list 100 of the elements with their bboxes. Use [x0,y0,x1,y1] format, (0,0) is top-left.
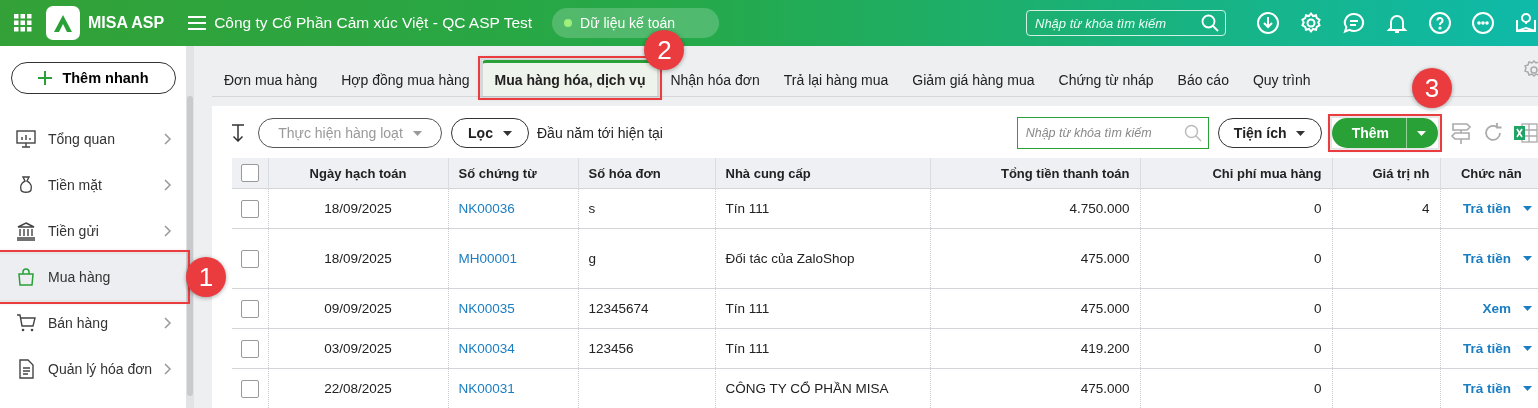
shopping-bag-icon [16,267,36,287]
tab[interactable]: Đơn mua hàng [212,60,330,96]
more-icon[interactable] [1471,11,1495,35]
action-link[interactable]: Trả tiền [1463,251,1511,266]
table-cell: 18/09/2025 [324,251,392,266]
caret-icon [1417,130,1426,136]
row-checkbox[interactable] [240,199,259,218]
column-header[interactable]: Tổng tiền thanh toán [930,158,1140,189]
sidebar-item[interactable]: Quản lý hóa đơn [0,346,186,392]
action-link[interactable]: Xem [1482,301,1511,316]
bank-icon [16,221,36,241]
chevron-right-icon [164,225,172,237]
table-cell: CÔNG TY CỔ PHẦN MISA [725,381,889,396]
table-cell: 4.750.000 [1069,201,1130,216]
tab[interactable]: Quy trình [1240,60,1323,96]
column-header[interactable]: Giá trị nh [1332,158,1440,189]
chevron-right-icon [164,179,172,191]
tab[interactable]: Trả lại hàng mua [771,60,901,96]
document-number-link[interactable]: NK00034 [458,341,515,356]
search-field[interactable]: Nhập từ khóa tìm kiếm [1016,117,1209,149]
row-checkbox[interactable] [240,379,259,398]
sidebar-item[interactable]: Tiền gửi [0,208,186,254]
filter-dropdown[interactable]: Lọc [451,118,529,148]
cart-icon [16,313,36,333]
action-link[interactable]: Trả tiền [1463,381,1511,396]
tab[interactable]: Chứng từ nháp [1046,60,1166,96]
signpost-icon[interactable] [1450,121,1472,145]
table-cell: 475.000 [1080,251,1130,266]
document-number-link[interactable]: MH00001 [458,251,518,266]
row-checkbox[interactable] [240,249,259,268]
row-checkbox[interactable] [240,299,259,318]
select-all-checkbox[interactable] [240,164,259,182]
chevron-right-icon [164,363,172,375]
utilities-dropdown[interactable]: Tiện ích [1217,118,1322,148]
table-cell: 0 [1314,201,1322,216]
settings-icon[interactable] [1299,11,1323,35]
document-number-link[interactable]: NK00035 [458,301,515,316]
tab[interactable]: Báo cáo [1165,60,1241,96]
period-label: Đầu năm tới hiện tại [537,125,663,141]
tab[interactable]: Giảm giá hàng mua [900,60,1047,96]
caret-icon[interactable] [1523,386,1532,391]
brand-name: MISA ASP [88,14,165,32]
caret-icon [1296,130,1306,136]
plus-icon [38,71,53,85]
table-cell: 123456 [588,341,634,356]
table-cell: 475.000 [1080,301,1130,316]
caret-icon[interactable] [1523,346,1532,351]
refresh-icon[interactable] [1482,122,1504,144]
table-cell: 03/09/2025 [324,341,392,356]
search-icon [1201,14,1219,32]
settings-icon [1524,60,1538,80]
column-header[interactable]: Nhà cung cấp [715,158,930,189]
sidebar-item[interactable]: Tiền mặt [0,162,186,208]
monitor-chart-icon [16,129,36,149]
table-cell: Tín 111 [725,301,770,316]
sort-arrow-icon [232,124,244,142]
document-number-link[interactable]: NK00036 [458,201,515,216]
table-cell: 0 [1314,301,1322,316]
column-header[interactable]: Ngày hạch toán [268,158,448,189]
download-icon[interactable] [1256,11,1280,35]
table-cell: g [588,251,596,266]
tab[interactable]: Hợp đồng mua hàng [329,60,482,96]
table-cell: Tín 111 [725,201,770,216]
sidebar-item[interactable]: Bán hàng [0,300,186,346]
table-cell: 12345674 [588,301,649,316]
table-cell: 475.000 [1080,381,1130,396]
scrollbar-thumb[interactable] [187,96,193,396]
table-cell: 22/08/2025 [324,381,392,396]
chat-icon[interactable] [1342,11,1366,35]
table-cell: 419.200 [1080,341,1130,356]
table-cell: 0 [1314,251,1322,266]
caret-icon[interactable] [1523,206,1532,211]
column-header[interactable]: Số hóa đơn [578,158,715,189]
caret-icon [412,130,422,136]
help-icon[interactable] [1428,11,1452,35]
action-link[interactable]: Trả tiền [1463,201,1511,216]
column-header[interactable]: Chức năn [1440,158,1538,189]
row-checkbox[interactable] [240,339,259,358]
apps-grid-icon[interactable] [14,14,32,32]
sidebar-item[interactable]: Tổng quan [0,116,186,162]
search-icon [1183,124,1202,142]
column-header[interactable]: Số chứng từ [448,158,578,189]
quick-add-button[interactable]: Thêm nhanh [11,62,176,94]
caret-icon [502,130,512,136]
action-link[interactable]: Trả tiền [1463,341,1511,356]
document-number-link[interactable]: NK00031 [458,381,515,396]
tab[interactable]: Mua hàng hóa, dịch vụ [481,60,659,96]
table-cell: 18/09/2025 [324,201,392,216]
step-number-badge: 3 [1412,68,1452,108]
book-lightbulb-icon[interactable] [1514,11,1538,35]
sidebar-item[interactable]: Mua hàng [0,254,186,300]
column-header[interactable]: Chi phí mua hàng [1140,158,1332,189]
table-cell: s [588,201,596,216]
table-cell: Đối tác của ZaloShop [725,251,855,266]
caret-icon[interactable] [1523,256,1532,261]
spreadsheet-export-icon[interactable] [1514,122,1538,144]
table-cell: Tín 111 [725,341,770,356]
chevron-right-icon [164,133,172,145]
menu-icon[interactable] [188,15,207,31]
caret-icon[interactable] [1523,306,1532,311]
